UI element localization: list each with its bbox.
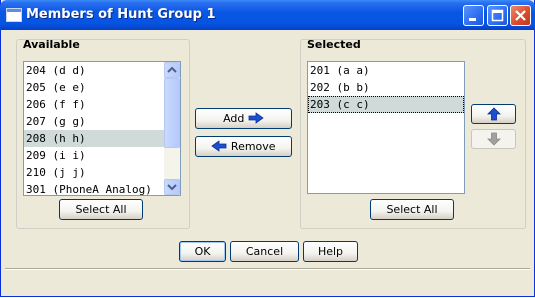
- chevron-up-icon: [167, 66, 177, 73]
- list-item[interactable]: 202 (b b): [308, 79, 464, 96]
- available-label: Available: [23, 38, 80, 51]
- available-list[interactable]: 204 (d d) 205 (e e) 206 (f f) 207 (g g) 208 …: [23, 61, 181, 196]
- selected-select-all-button[interactable]: Select All: [370, 199, 454, 220]
- arrow-up-icon: [486, 107, 501, 121]
- available-items: 204 (d d) 205 (e e) 206 (f f) 207 (g g) 208 …: [24, 62, 180, 195]
- ok-button[interactable]: OK: [179, 241, 226, 262]
- status-bar: [5, 268, 530, 293]
- selected-list[interactable]: 201 (a a) 202 (b b) 203 (c c): [307, 61, 465, 194]
- list-item[interactable]: 206 (f f): [24, 96, 180, 113]
- move-down-button[interactable]: [471, 129, 516, 149]
- remove-button-label: Remove: [230, 140, 276, 153]
- close-button[interactable]: [510, 5, 531, 26]
- dialog-window: Members of Hunt Group 1 Available 204 (d…: [0, 0, 535, 297]
- available-select-all-button[interactable]: Select All: [59, 199, 143, 220]
- cancel-button[interactable]: Cancel: [230, 241, 299, 262]
- list-item[interactable]: 301 (PhoneA Analog): [24, 181, 180, 195]
- maximize-icon: [491, 9, 504, 22]
- selected-items: 201 (a a) 202 (b b) 203 (c c): [308, 62, 464, 113]
- add-button-label: Add: [223, 112, 245, 125]
- move-up-button[interactable]: [471, 104, 516, 124]
- list-item[interactable]: 210 (j j): [24, 164, 180, 181]
- list-item[interactable]: 201 (a a): [308, 62, 464, 79]
- scroll-down-button[interactable]: [164, 179, 180, 195]
- scroll-up-button[interactable]: [164, 62, 180, 78]
- window-icon: [6, 8, 22, 22]
- list-item[interactable]: 205 (e e): [24, 79, 180, 96]
- maximize-button[interactable]: [487, 5, 508, 26]
- available-scrollbar[interactable]: [164, 62, 180, 195]
- dialog-body: Available 204 (d d) 205 (e e) 206 (f f) 207…: [5, 30, 530, 292]
- add-button[interactable]: Add: [195, 108, 292, 129]
- selected-label: Selected: [307, 38, 361, 51]
- chevron-down-icon: [167, 184, 177, 191]
- list-item[interactable]: 203 (c c): [308, 96, 464, 113]
- list-item[interactable]: 208 (h h): [24, 130, 180, 147]
- list-item[interactable]: 207 (g g): [24, 113, 180, 130]
- list-item[interactable]: 204 (d d): [24, 62, 180, 79]
- title-bar[interactable]: Members of Hunt Group 1: [0, 0, 535, 30]
- remove-button[interactable]: Remove: [195, 136, 292, 157]
- arrow-right-icon: [248, 112, 264, 124]
- minimize-button[interactable]: [463, 5, 484, 26]
- minimize-icon: [469, 18, 476, 21]
- list-item[interactable]: 209 (i i): [24, 147, 180, 164]
- close-icon: [515, 10, 526, 21]
- scroll-thumb[interactable]: [164, 78, 180, 148]
- arrow-down-icon: [486, 132, 501, 146]
- arrow-left-icon: [211, 140, 227, 152]
- window-title: Members of Hunt Group 1: [26, 7, 216, 22]
- help-button[interactable]: Help: [303, 241, 358, 262]
